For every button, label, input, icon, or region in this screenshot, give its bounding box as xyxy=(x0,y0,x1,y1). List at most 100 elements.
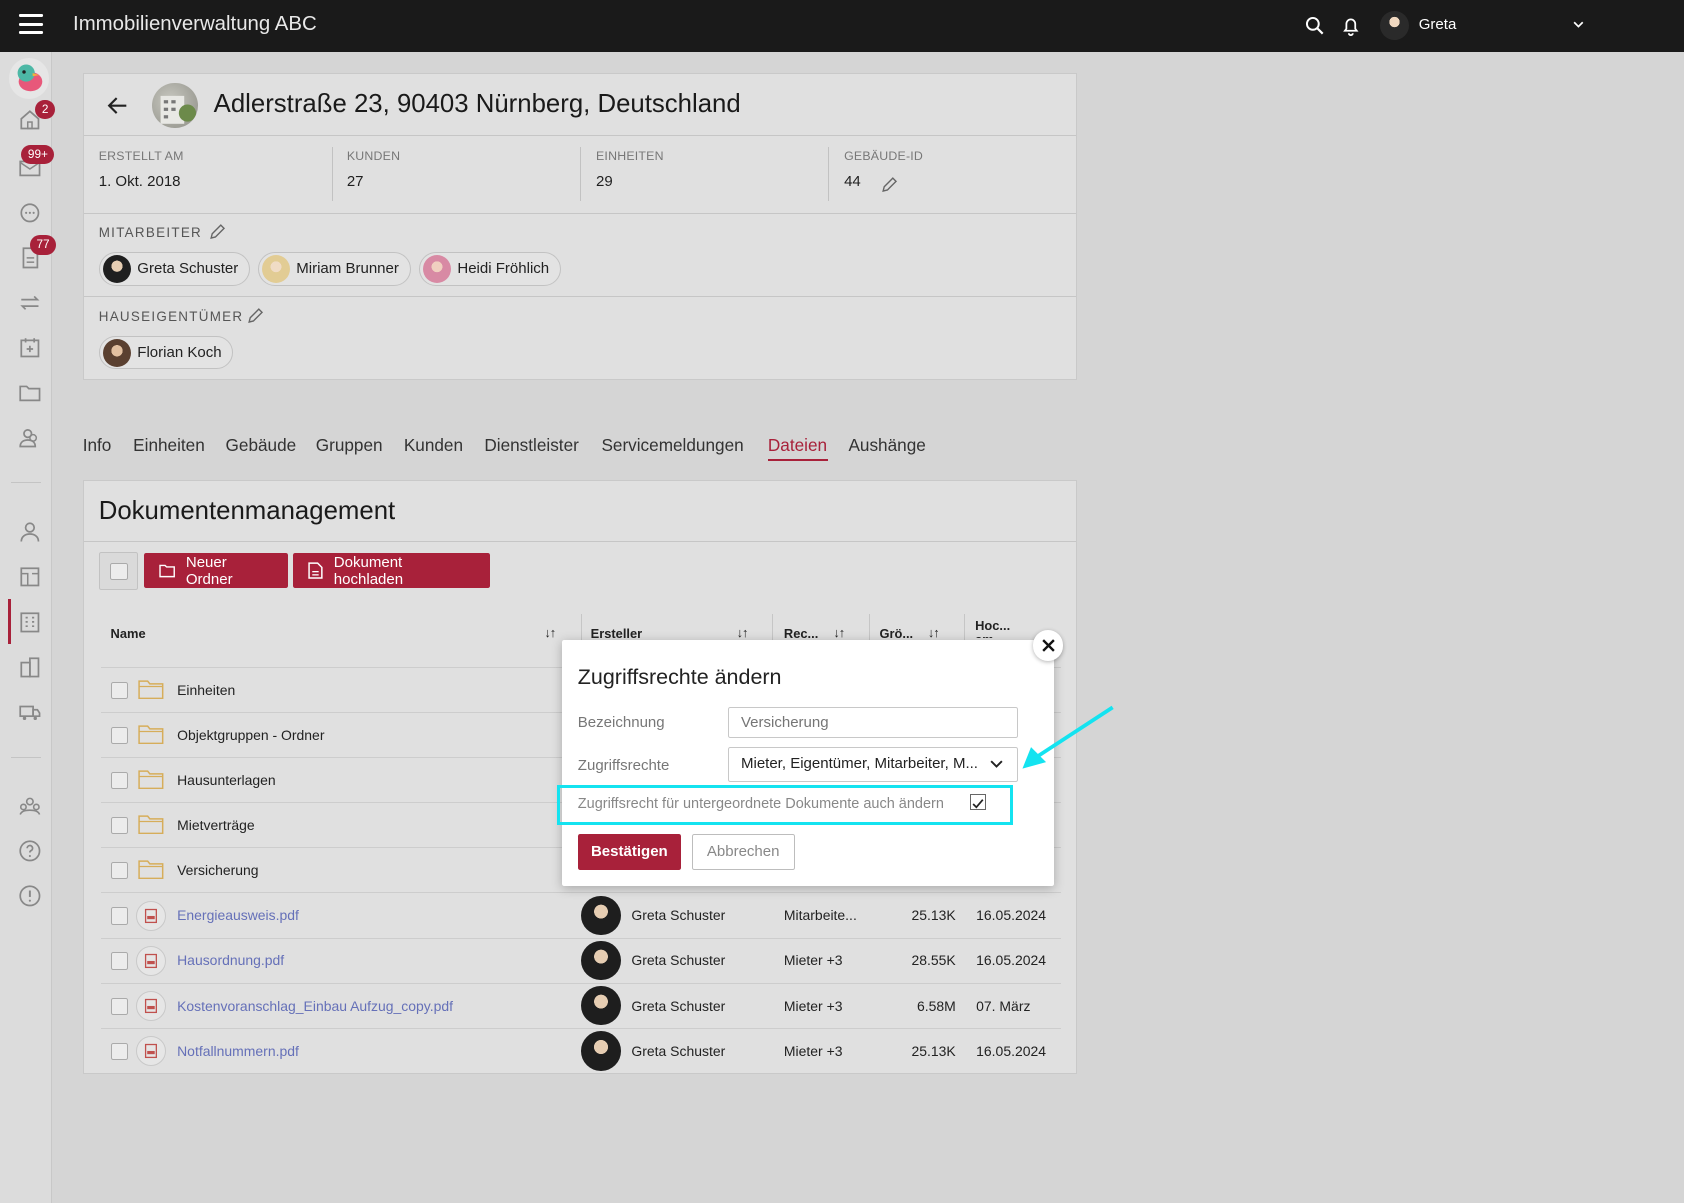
folder-name[interactable]: Objektgruppen - Ordner xyxy=(177,727,324,743)
folder-name[interactable]: Einheiten xyxy=(177,682,235,698)
folder-icon xyxy=(138,725,164,744)
close-button[interactable] xyxy=(1033,630,1064,661)
bell-icon[interactable] xyxy=(1339,14,1363,38)
upload-document-button[interactable]: Dokument hochladen xyxy=(293,553,490,589)
creator-avatar xyxy=(580,1030,621,1071)
pencil-icon[interactable] xyxy=(881,176,898,193)
tab-files[interactable]: Dateien xyxy=(768,435,827,456)
truck-icon[interactable] xyxy=(17,699,43,725)
info-icon[interactable] xyxy=(17,883,43,909)
row-checkbox[interactable] xyxy=(110,726,128,745)
access-rights: Mieter +3 xyxy=(783,1042,843,1059)
pencil-icon[interactable] xyxy=(247,307,264,324)
row-checkbox[interactable] xyxy=(110,907,128,925)
table-row[interactable]: Notfallnummern.pdf Greta Schuster Mieter… xyxy=(100,1027,1061,1073)
folder-name[interactable]: Hausunterlagen xyxy=(177,772,276,788)
table-row[interactable]: Kostenvoranschlag_Einbau Aufzug_copy.pdf… xyxy=(100,982,1061,1028)
tab-service-reports[interactable]: Servicemeldungen xyxy=(601,435,743,456)
file-name-link[interactable]: Energieausweis.pdf xyxy=(177,907,299,923)
transfer-icon[interactable] xyxy=(17,290,43,316)
column-header-uploaded[interactable]: Hoc... am xyxy=(975,619,1018,638)
column-header-name[interactable]: Name xyxy=(111,626,146,641)
notification-badge: 99+ xyxy=(21,144,55,165)
creator-avatar xyxy=(580,985,621,1026)
new-folder-button[interactable]: Neuer Ordner xyxy=(143,553,288,589)
stat-value: 27 xyxy=(346,172,364,190)
people-icon[interactable] xyxy=(17,425,43,451)
file-name-link[interactable]: Kostenvoranschlag_Einbau Aufzug_copy.pdf xyxy=(177,998,453,1014)
staff-chip[interactable]: Greta Schuster xyxy=(98,252,251,286)
menu-icon[interactable] xyxy=(19,13,43,35)
divider xyxy=(827,147,830,201)
building-icon[interactable] xyxy=(17,609,43,635)
table-row[interactable]: Energieausweis.pdf Greta Schuster Mitarb… xyxy=(100,892,1061,937)
floorplan-icon[interactable] xyxy=(17,564,43,590)
owner-chip[interactable]: Florian Koch xyxy=(98,336,234,370)
avatar[interactable] xyxy=(1380,10,1410,40)
pencil-icon[interactable] xyxy=(209,223,226,240)
row-checkbox[interactable] xyxy=(110,817,128,835)
tab-customers[interactable]: Kunden xyxy=(404,435,463,456)
folder-icon[interactable] xyxy=(17,380,43,406)
avatar xyxy=(261,254,290,283)
row-checkbox[interactable] xyxy=(110,952,128,970)
stat-label: ERSTELLT AM xyxy=(98,149,184,164)
file-name-link[interactable]: Notfallnummern.pdf xyxy=(177,1043,299,1059)
search-icon[interactable] xyxy=(1303,14,1327,38)
creator-avatar xyxy=(580,895,621,936)
section-title: Dokumentenmanagement xyxy=(98,497,396,526)
user-name[interactable]: Greta xyxy=(1419,16,1457,33)
chat-icon[interactable] xyxy=(17,200,43,226)
person-icon[interactable] xyxy=(17,519,43,545)
table-row[interactable]: Hausordnung.pdf Greta Schuster Mieter +3… xyxy=(100,937,1061,983)
folder-name[interactable]: Versicherung xyxy=(177,862,258,878)
folder-icon xyxy=(159,564,175,578)
sort-icon[interactable]: ↓↑ xyxy=(928,625,940,640)
confirm-button[interactable]: Bestätigen xyxy=(577,834,681,870)
divider xyxy=(83,212,1077,214)
stat-value: 1. Okt. 2018 xyxy=(98,172,181,190)
tab-groups[interactable]: Gruppen xyxy=(316,435,383,456)
row-checkbox[interactable] xyxy=(110,772,128,790)
name-input[interactable] xyxy=(728,706,1019,738)
rights-select[interactable]: Mieter, Eigentümer, Mitarbeiter, M... xyxy=(728,747,1019,782)
calendar-icon[interactable] xyxy=(17,335,43,361)
chevron-down-icon[interactable] xyxy=(1572,18,1585,31)
tab-info[interactable]: Info xyxy=(83,435,112,456)
stat-label: KUNDEN xyxy=(346,149,401,164)
upload-date: 16.05.2024 xyxy=(976,1042,1046,1059)
group-icon[interactable] xyxy=(17,793,43,819)
sort-icon[interactable]: ↓↑ xyxy=(737,625,749,640)
file-name-link[interactable]: Hausordnung.pdf xyxy=(177,952,284,968)
select-all-box[interactable] xyxy=(98,551,139,590)
bird-logo-icon[interactable] xyxy=(8,57,50,99)
tab-notices[interactable]: Aushänge xyxy=(848,435,925,456)
upload-date: 07. März xyxy=(976,997,1031,1014)
stat-value: 29 xyxy=(595,172,613,190)
column-header-size[interactable]: Grö... xyxy=(880,626,914,641)
upload-date: 16.05.2024 xyxy=(976,907,1046,924)
row-checkbox[interactable] xyxy=(110,862,128,880)
row-checkbox[interactable] xyxy=(110,681,128,699)
column-header-rights[interactable]: Rec... xyxy=(784,626,818,641)
row-checkbox[interactable] xyxy=(110,997,128,1015)
back-arrow-icon[interactable] xyxy=(107,96,128,115)
divider xyxy=(83,135,1077,137)
staff-chip[interactable]: Miriam Brunner xyxy=(257,252,411,286)
sort-icon[interactable]: ↓↑ xyxy=(833,625,845,640)
highlight-box xyxy=(557,785,1013,825)
column-header-creator[interactable]: Ersteller xyxy=(591,626,643,641)
staff-chip[interactable]: Heidi Fröhlich xyxy=(418,252,561,286)
cancel-button[interactable]: Abbrechen xyxy=(691,834,795,870)
select-all-checkbox[interactable] xyxy=(110,562,128,580)
help-icon[interactable] xyxy=(17,838,43,864)
tab-units[interactable]: Einheiten xyxy=(133,435,205,456)
sort-icon[interactable]: ↓↑ xyxy=(544,625,556,640)
folder-name[interactable]: Mietverträge xyxy=(177,817,255,833)
pdf-icon xyxy=(136,900,167,931)
buildings-icon[interactable] xyxy=(17,654,43,680)
row-checkbox[interactable] xyxy=(110,1042,128,1060)
tab-buildings[interactable]: Gebäude xyxy=(226,435,297,456)
app-title: Immobilienverwaltung ABC xyxy=(73,12,317,35)
tab-service-providers[interactable]: Dienstleister xyxy=(484,435,578,456)
